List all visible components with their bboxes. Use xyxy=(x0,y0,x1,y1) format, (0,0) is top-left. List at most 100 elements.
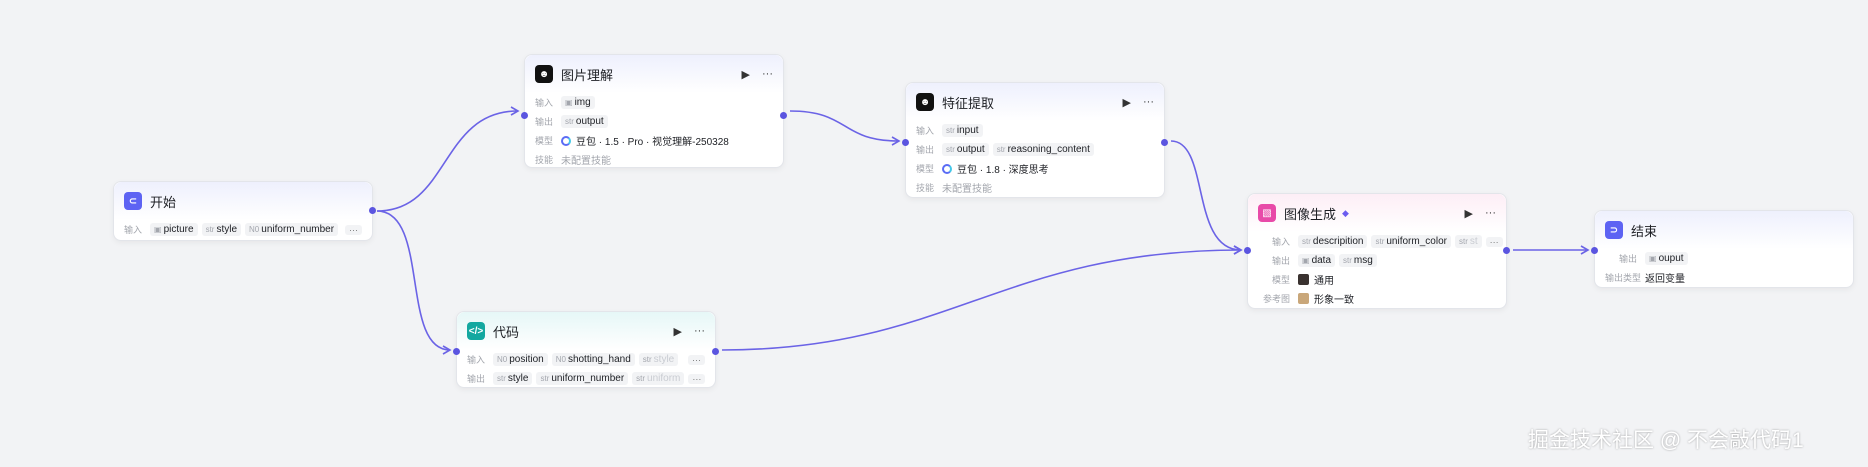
output-port[interactable] xyxy=(712,348,719,355)
input-label: 输入 xyxy=(916,126,935,136)
image-type-icon: ▣ xyxy=(154,225,162,234)
param-chip: str msg xyxy=(1339,254,1377,267)
reference-value: 形象一致 xyxy=(1314,295,1354,306)
param-chip: N0 shotting_hand xyxy=(551,353,635,366)
output-label: 输出 xyxy=(535,117,554,127)
param-chip: str descripition xyxy=(1298,235,1368,248)
node-title: 图像生成 xyxy=(1284,206,1337,222)
node-title: 图片理解 xyxy=(561,67,614,83)
node-title: 代码 xyxy=(493,324,520,340)
code-icon: </> xyxy=(467,322,485,340)
image-type-icon: ▣ xyxy=(565,98,573,107)
watermark: 掘金技术社区 @ 不会敲代码1 xyxy=(1528,429,1804,452)
node-title: 特征提取 xyxy=(942,95,995,111)
param-chip: str output xyxy=(561,115,608,128)
more-params-button[interactable]: ··· xyxy=(345,224,362,235)
output-port[interactable] xyxy=(369,207,376,214)
input-port[interactable] xyxy=(902,139,909,146)
input-port[interactable] xyxy=(521,112,528,119)
param-chip: str uniform_color xyxy=(1371,235,1451,248)
doubao-model-icon xyxy=(561,135,571,146)
image-type-icon: ▣ xyxy=(1649,254,1657,263)
skill-label: 技能 xyxy=(916,183,935,193)
model-name: 豆包 · 1.5 · Pro · 视觉理解-250328 xyxy=(576,137,729,148)
more-menu-button[interactable]: ··· xyxy=(762,68,773,80)
model-name: 豆包 · 1.8 · 深度思考 xyxy=(957,165,1049,176)
more-params-button[interactable]: ··· xyxy=(688,354,705,365)
node-title: 开始 xyxy=(150,194,177,210)
output-type-label: 输出类型 xyxy=(1605,273,1642,283)
param-chip: N0 position xyxy=(493,353,548,366)
output-label: 输出 xyxy=(1271,256,1290,266)
node-code[interactable]: </> 代码 ▶ ··· 输入 N0 position N0 shotting_hand… xyxy=(453,311,719,388)
model-name: 通用 xyxy=(1314,276,1334,287)
node-image-generation[interactable]: ▧ 图像生成 ◆ ▶ ··· 输入 str descripition str unifor… xyxy=(1244,193,1510,309)
param-chip: str uniform_number xyxy=(536,372,629,385)
param-chip: ▣ ouput xyxy=(1645,252,1688,265)
model-thumbnail xyxy=(1298,274,1309,285)
run-button[interactable]: ▶ xyxy=(1123,96,1131,109)
output-label: 输出 xyxy=(916,145,935,155)
run-button[interactable]: ▶ xyxy=(674,325,682,338)
input-port[interactable] xyxy=(1591,247,1598,254)
param-chip: ▣ picture xyxy=(150,223,198,236)
model-label: 模型 xyxy=(916,164,935,174)
edge-start-to-image-understand[interactable] xyxy=(376,106,520,212)
param-chip: ▣ data xyxy=(1298,254,1336,267)
reference-label: 参考图 xyxy=(1262,294,1290,304)
skill-label: 技能 xyxy=(535,155,554,165)
more-params-button[interactable]: ··· xyxy=(688,373,706,384)
edge-start-to-code[interactable] xyxy=(376,210,452,355)
input-port[interactable] xyxy=(453,348,460,355)
more-menu-button[interactable]: ··· xyxy=(1143,96,1154,108)
node-title: 结束 xyxy=(1631,223,1658,239)
skill-value: 未配置技能 xyxy=(942,184,992,195)
param-chip: str style xyxy=(638,353,679,366)
output-port[interactable] xyxy=(1161,139,1168,146)
node-header: ⊂ 开始 xyxy=(114,182,372,220)
param-chip: str input xyxy=(942,124,983,137)
more-menu-button[interactable]: ··· xyxy=(694,325,705,337)
skill-value: 未配置技能 xyxy=(561,156,611,167)
param-chip: str uniform xyxy=(632,372,685,385)
node-feature-extract[interactable]: ☻ 特征提取 ▶ ··· 输入 str input 输出 str output str reas… xyxy=(902,82,1168,198)
llm-icon: ☻ xyxy=(916,93,934,111)
node-start[interactable]: ⊂ 开始 输入 ▣ picture str style N0 uniform_numbe… xyxy=(113,181,376,241)
run-button[interactable]: ▶ xyxy=(742,68,750,81)
model-label: 模型 xyxy=(535,136,554,146)
image-type-icon: ▣ xyxy=(1302,256,1310,265)
start-icon: ⊂ xyxy=(124,192,142,210)
output-label: 输出 xyxy=(1618,254,1637,264)
edge-feature-to-image-gen[interactable] xyxy=(1170,140,1243,255)
param-chip: str output xyxy=(942,143,989,156)
input-port[interactable] xyxy=(1244,247,1251,254)
reference-thumbnail xyxy=(1298,293,1309,304)
output-label: 输出 xyxy=(467,374,486,384)
input-label: 输入 xyxy=(1271,237,1290,247)
param-chip: N0 uniform_number xyxy=(245,223,339,236)
output-port[interactable] xyxy=(780,112,787,119)
input-label: 输入 xyxy=(124,225,143,235)
node-end[interactable]: ⊃ 结束 输出 ▣ ouput 输出类型 返回变量 xyxy=(1591,210,1854,288)
edge-code-to-image-gen[interactable] xyxy=(721,245,1243,351)
param-chip: str style xyxy=(493,372,533,385)
input-label: 输入 xyxy=(535,98,554,108)
premium-gem-icon: ◆ xyxy=(1342,207,1349,218)
edge-image-understand-to-feature[interactable] xyxy=(789,110,901,146)
llm-icon: ☻ xyxy=(535,65,553,83)
model-label: 模型 xyxy=(1271,275,1290,285)
more-menu-button[interactable]: ··· xyxy=(1485,207,1496,219)
param-chip: ▣ img xyxy=(561,96,595,109)
image-gen-icon: ▧ xyxy=(1258,204,1276,222)
param-chip: str style xyxy=(201,223,242,236)
more-params-button[interactable]: ··· xyxy=(1485,236,1503,247)
input-label: 输入 xyxy=(467,355,486,365)
output-type-value: 返回变量 xyxy=(1645,274,1685,285)
param-chip: str reasoning_content xyxy=(992,143,1094,156)
node-image-understand[interactable]: ☻ 图片理解 ▶ ··· 输入 ▣ img 输出 str output 模型 豆包 · 1.5… xyxy=(521,54,787,168)
output-port[interactable] xyxy=(1503,247,1510,254)
doubao-model-icon xyxy=(942,163,952,174)
run-button[interactable]: ▶ xyxy=(1465,207,1473,220)
end-icon: ⊃ xyxy=(1605,221,1623,239)
param-chip: str st xyxy=(1454,235,1482,248)
